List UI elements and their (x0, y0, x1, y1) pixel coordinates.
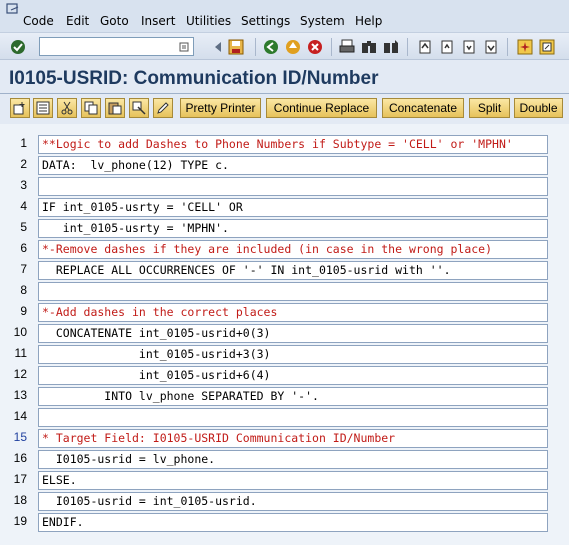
code-line[interactable]: ENDIF. (38, 513, 548, 532)
line-number: 12 (13, 367, 27, 381)
code-line[interactable] (38, 282, 548, 301)
menu-code[interactable]: Code (23, 14, 54, 28)
code-line[interactable]: *-Remove dashes if they are included (in… (38, 240, 548, 259)
line-number: 16 (13, 451, 27, 465)
line-number: 19 (13, 514, 27, 528)
page-title: I0105-USRID: Communication ID/Number (9, 68, 379, 89)
title-bar: I0105-USRID: Communication ID/Number (0, 62, 569, 94)
print-icon[interactable] (339, 39, 355, 55)
pretty-printer-button[interactable]: Pretty Printer (180, 98, 261, 118)
abap-editor: 1 **Logic to add Dashes to Phone Numbers… (0, 124, 569, 545)
toolbar-separator (255, 38, 256, 56)
menu-insert[interactable]: Insert (141, 14, 175, 28)
cancel-icon[interactable] (307, 39, 323, 55)
expand-arrow-icon[interactable] (210, 39, 226, 55)
application-toolbar: Pretty Printer Continue Replace Concaten… (0, 94, 569, 124)
paste-icon[interactable] (105, 98, 125, 118)
code-line[interactable]: * Target Field: I0105-USRID Communicatio… (38, 429, 548, 448)
code-line[interactable]: int_0105-usrid+3(3) (38, 345, 548, 364)
menu-utilities[interactable]: Utilities (186, 14, 231, 28)
command-field-input[interactable] (39, 37, 194, 56)
line-number: 3 (20, 178, 27, 192)
line-number: 15 (13, 430, 27, 444)
undo-icon[interactable] (129, 98, 149, 118)
generate-shortcut-icon[interactable] (539, 39, 555, 55)
code-line[interactable]: int_0105-usrty = 'MPHN'. (38, 219, 548, 238)
line-number: 5 (20, 220, 27, 234)
command-history-icon[interactable] (178, 41, 190, 53)
line-number: 4 (20, 199, 27, 213)
system-menu-icon[interactable] (6, 3, 20, 15)
first-page-icon[interactable] (417, 39, 433, 55)
cut-icon[interactable] (57, 98, 77, 118)
last-page-icon[interactable] (483, 39, 499, 55)
create-session-icon[interactable] (517, 39, 533, 55)
concatenate-button[interactable]: Concatenate (382, 98, 464, 118)
code-line[interactable] (38, 177, 548, 196)
menu-goto[interactable]: Goto (100, 14, 129, 28)
line-number: 8 (20, 283, 27, 297)
line-number: 6 (20, 241, 27, 255)
next-page-icon[interactable] (461, 39, 477, 55)
code-line[interactable]: REPLACE ALL OCCURRENCES OF '-' IN int_01… (38, 261, 548, 280)
code-line[interactable]: ELSE. (38, 471, 548, 490)
continue-replace-button[interactable]: Continue Replace (266, 98, 377, 118)
enter-check-icon[interactable] (10, 39, 26, 55)
code-line[interactable] (38, 408, 548, 427)
line-number: 18 (13, 493, 27, 507)
copy-icon[interactable] (81, 98, 101, 118)
line-number: 2 (20, 157, 27, 171)
line-number: 7 (20, 262, 27, 276)
save-icon[interactable] (228, 39, 244, 55)
line-number: 9 (20, 304, 27, 318)
pencil-icon[interactable] (153, 98, 173, 118)
line-number: 11 (14, 346, 27, 360)
double-button[interactable]: Double (514, 98, 563, 118)
exit-icon[interactable] (285, 39, 301, 55)
line-number: 17 (13, 472, 27, 486)
find-icon[interactable] (361, 39, 377, 55)
code-line[interactable]: int_0105-usrid+6(4) (38, 366, 548, 385)
split-button[interactable]: Split (469, 98, 510, 118)
line-number: 13 (13, 388, 27, 402)
code-line[interactable]: CONCATENATE int_0105-usrid+0(3) (38, 324, 548, 343)
menu-edit[interactable]: Edit (66, 14, 89, 28)
find-next-icon[interactable] (383, 39, 399, 55)
menu-system[interactable]: System (300, 14, 345, 28)
code-line[interactable]: I0105-usrid = int_0105-usrid. (38, 492, 548, 511)
back-icon[interactable] (263, 39, 279, 55)
previous-page-icon[interactable] (439, 39, 455, 55)
toolbar-separator (331, 38, 332, 56)
line-number: 14 (13, 409, 27, 423)
code-line[interactable]: IF int_0105-usrty = 'CELL' OR (38, 198, 548, 217)
menu-settings[interactable]: Settings (241, 14, 290, 28)
toolbar-separator (407, 38, 408, 56)
code-line[interactable]: INTO lv_phone SEPARATED BY '-'. (38, 387, 548, 406)
line-number: 1 (20, 136, 27, 150)
insert-line-icon[interactable] (10, 98, 30, 118)
menu-bar: Code Edit Goto Insert Utilities Settings… (0, 0, 569, 32)
code-line[interactable]: I0105-usrid = lv_phone. (38, 450, 548, 469)
code-line[interactable]: **Logic to add Dashes to Phone Numbers i… (38, 135, 548, 154)
standard-toolbar (0, 32, 569, 60)
code-line[interactable]: DATA: lv_phone(12) TYPE c. (38, 156, 548, 175)
line-number: 10 (13, 325, 27, 339)
select-block-icon[interactable] (33, 98, 53, 118)
menu-help[interactable]: Help (355, 14, 382, 28)
toolbar-separator (507, 38, 508, 56)
code-line[interactable]: *-Add dashes in the correct places (38, 303, 548, 322)
